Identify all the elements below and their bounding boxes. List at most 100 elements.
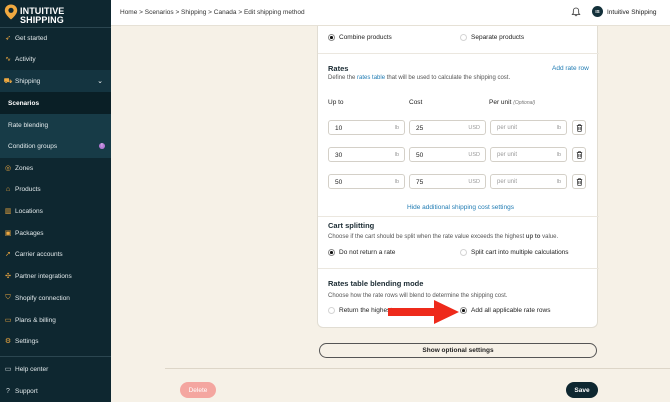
sidebar-divider — [0, 356, 111, 357]
avatar[interactable]: IS — [592, 6, 603, 17]
bell-icon[interactable] — [571, 7, 581, 17]
sidebar-item-label: Locations — [15, 207, 43, 215]
user-name[interactable]: Intuitive Shipping — [607, 9, 657, 16]
cost-unit: USD — [468, 152, 480, 158]
rates-table-link[interactable]: rates table — [357, 75, 385, 81]
split-cart-label: Split cart into multiple calculations — [471, 249, 569, 256]
location-pin-icon — [4, 4, 18, 20]
sidebar-item-shipping[interactable]: ⛟ Shipping ⌄ — [0, 70, 111, 92]
up-to-value: 50 — [335, 179, 343, 186]
trash-icon — [576, 177, 582, 186]
col-header-cost: Cost — [409, 99, 423, 106]
sidebar-item-partner-integrations[interactable]: ✣ Partner integrations — [0, 265, 111, 287]
per-unit-placeholder: per unit — [497, 179, 518, 185]
add-rate-row-link[interactable]: Add rate row — [552, 65, 589, 72]
carrier-icon: ➚ — [5, 251, 11, 258]
cost-value: 25 — [416, 125, 424, 132]
shipping-method-card: Combine products Separate products Rates… — [317, 26, 599, 328]
cart-splitting-title: Cart splitting — [328, 221, 375, 230]
delete-button[interactable]: Delete — [180, 382, 216, 398]
sidebar-item-scenarios[interactable]: Scenarios — [0, 92, 111, 114]
return-highest-radio[interactable] — [328, 307, 335, 314]
add-all-rate-rows-label: Add all applicable rate rows — [471, 307, 551, 314]
show-optional-settings-button[interactable]: Show optional settings — [319, 343, 597, 358]
up-to-input[interactable]: 10 lb — [328, 120, 405, 135]
sidebar-item-carrier-accounts[interactable]: ➚ Carrier accounts — [0, 243, 111, 265]
delete-row-button[interactable] — [572, 147, 586, 162]
separate-products-radio[interactable] — [460, 34, 467, 41]
info-badge: ! — [99, 143, 105, 149]
sidebar-item-support[interactable]: ? Support — [0, 380, 111, 402]
col-header-up-to: Up to — [328, 99, 344, 106]
sidebar-item-label: Plans & billing — [15, 316, 56, 324]
sidebar-item-locations[interactable]: ▥ Locations — [0, 200, 111, 222]
add-all-rate-rows-radio[interactable] — [460, 307, 467, 314]
sidebar-item-label: Rate blending — [8, 121, 49, 129]
hide-additional-settings-link[interactable]: Hide additional shipping cost settings — [407, 204, 514, 211]
up-to-unit: lb — [394, 179, 399, 185]
per-unit-input[interactable]: per unit lb — [490, 174, 567, 189]
sidebar-item-condition-groups[interactable]: Condition groups ! — [0, 135, 111, 157]
sidebar: INTUITIVE SHIPPING ➶ Get started ∿ Activ… — [0, 0, 111, 402]
per-unit-input[interactable]: per unit lb — [490, 147, 567, 162]
breadcrumb[interactable]: Home > Scenarios > Shipping > Canada > E… — [120, 9, 305, 16]
sidebar-item-label: Packages — [15, 229, 44, 237]
do-not-return-rate-radio[interactable] — [328, 249, 335, 256]
cost-input[interactable]: 50 USD — [409, 147, 486, 162]
sidebar-item-activity[interactable]: ∿ Activity — [0, 48, 111, 70]
cost-input[interactable]: 25 USD — [409, 120, 486, 135]
per-unit-placeholder: per unit — [497, 125, 518, 131]
save-button[interactable]: Save — [566, 382, 598, 398]
sidebar-item-zones[interactable]: ◎ Zones — [0, 157, 111, 179]
combine-products-label: Combine products — [339, 34, 392, 41]
footer-divider — [165, 368, 670, 369]
up-to-input[interactable]: 30 lb — [328, 147, 405, 162]
sidebar-item-get-started[interactable]: ➶ Get started — [0, 27, 111, 49]
per-unit-input[interactable]: per unit lb — [490, 120, 567, 135]
up-to-value: 10 — [335, 125, 343, 132]
up-to-input[interactable]: 50 lb — [328, 174, 405, 189]
sidebar-item-label: Scenarios — [8, 99, 40, 107]
per-unit-unit: lb — [556, 125, 561, 131]
do-not-return-rate-label: Do not return a rate — [339, 249, 396, 256]
section-divider — [318, 268, 599, 269]
sidebar-item-plans-billing[interactable]: ▭ Plans & billing — [0, 309, 111, 331]
sidebar-item-label: Activity — [15, 55, 36, 63]
rates-description: Define the rates table that will be used… — [328, 75, 510, 81]
sidebar-item-shopify-connection[interactable]: ⛉ Shopify connection — [0, 287, 111, 309]
activity-icon: ∿ — [5, 56, 11, 63]
section-divider — [318, 216, 599, 217]
cost-input[interactable]: 75 USD — [409, 174, 486, 189]
sidebar-item-label: Carrier accounts — [15, 250, 63, 258]
plug-icon: ✣ — [5, 273, 11, 280]
brand-name-line2: SHIPPING — [20, 15, 64, 25]
delete-row-button[interactable] — [572, 120, 586, 135]
sidebar-item-label: Support — [15, 387, 38, 395]
sidebar-item-settings[interactable]: ⚙ Settings — [0, 330, 111, 352]
sidebar-item-help-center[interactable]: ▭ Help center — [0, 358, 111, 380]
col-header-per-unit-label: Per unit — [489, 99, 512, 106]
sidebar-item-label: Shipping — [15, 77, 41, 85]
truck-icon: ⛟ — [3, 77, 13, 85]
help-icon: ▭ — [4, 366, 12, 373]
delete-row-button[interactable] — [572, 174, 586, 189]
sidebar-item-rate-blending[interactable]: Rate blending — [0, 114, 111, 136]
rates-title: Rates — [328, 64, 349, 73]
per-unit-unit: lb — [556, 179, 561, 185]
sidebar-item-label: Zones — [15, 164, 34, 172]
top-bar: Home > Scenarios > Shipping > Canada > E… — [111, 0, 670, 26]
rates-desc-prefix: Define the — [328, 75, 358, 81]
sidebar-item-products[interactable]: ⌂ Products — [0, 178, 111, 200]
sidebar-item-label: Products — [15, 185, 41, 193]
split-cart-radio[interactable] — [460, 249, 467, 256]
sidebar-item-label: Partner integrations — [15, 272, 72, 280]
sidebar-item-packages[interactable]: ▣ Packages — [0, 222, 111, 244]
trash-icon — [576, 123, 582, 132]
cart-splitting-desc-prefix: Choose if the cart should be split when … — [328, 234, 526, 240]
cart-splitting-desc-suffix: value. — [540, 234, 559, 240]
red-arrow-icon — [388, 300, 459, 324]
brand-logo[interactable]: INTUITIVE SHIPPING — [4, 4, 104, 25]
combine-products-radio[interactable] — [328, 34, 335, 41]
chevron-down-icon: ⌄ — [97, 78, 103, 85]
gear-icon: ⚙ — [4, 338, 12, 345]
